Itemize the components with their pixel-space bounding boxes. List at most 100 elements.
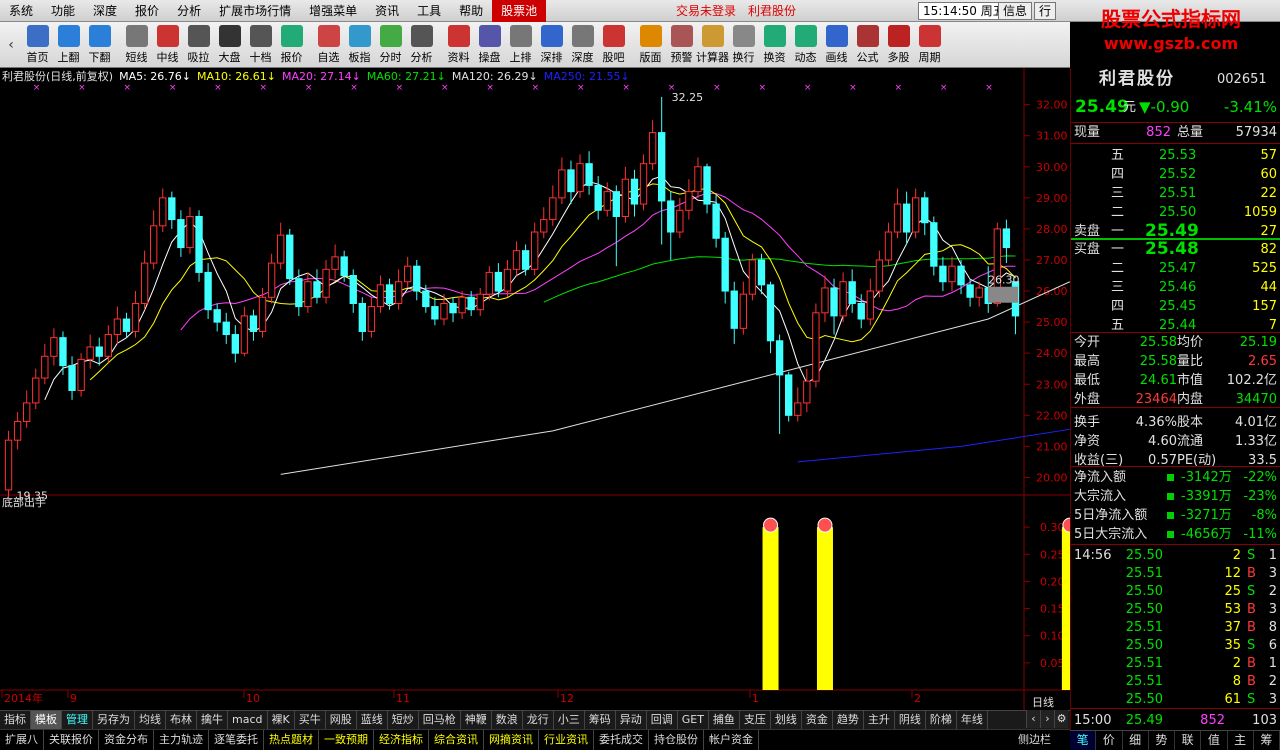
toolbar-button-11[interactable]: 分时 (375, 23, 406, 67)
quote-tab-0[interactable]: 笔 (1070, 731, 1097, 750)
menu-item-6[interactable]: 增强菜单 (300, 0, 366, 22)
indicator-tab-28[interactable]: 阴线 (895, 711, 926, 729)
indicator-tab-23[interactable]: 支压 (740, 711, 771, 729)
toolbar-button-15[interactable]: 上排 (505, 23, 536, 67)
toolbar-button-4[interactable]: 中线 (152, 23, 183, 67)
indicator-tab-5[interactable]: 布林 (166, 711, 197, 729)
toolbar-button-10[interactable]: 板指 (344, 23, 375, 67)
toolbar-button-6[interactable]: 大盘 (214, 23, 245, 67)
menu-item-stockpool[interactable]: 股票池 (492, 0, 547, 22)
indicator-tab-3[interactable]: 另存为 (93, 711, 135, 729)
toolbar-button-8[interactable]: 报价 (276, 23, 307, 67)
toolbar-button-25[interactable]: 画线 (821, 23, 852, 67)
quote-tab-4[interactable]: 联 (1175, 731, 1202, 750)
menu-item-1[interactable]: 功能 (42, 0, 84, 22)
quote-tab-1[interactable]: 价 (1096, 731, 1123, 750)
info-tab-13[interactable]: 帐户资金 (704, 730, 759, 750)
menu-item-5[interactable]: 扩展市场行情 (210, 0, 300, 22)
indicator-tab-2[interactable]: 管理 (62, 711, 93, 729)
indicator-tab-29[interactable]: 阶梯 (926, 711, 957, 729)
indicator-tab-30[interactable]: 年线 (957, 711, 988, 729)
info-tab-10[interactable]: 行业资讯 (539, 730, 594, 750)
toolbar-button-23[interactable]: 换资 (759, 23, 790, 67)
toolbar-button-20[interactable]: 预警 (666, 23, 697, 67)
sidebar-toggle[interactable]: 侧边栏 (1018, 730, 1051, 750)
indicator-tab-4[interactable]: 均线 (135, 711, 166, 729)
indicator-tab-9[interactable]: 买牛 (295, 711, 326, 729)
quote-tab-2[interactable]: 细 (1123, 731, 1149, 750)
trade-button[interactable]: 行 (1034, 2, 1057, 20)
indicator-tab-26[interactable]: 趋势 (833, 711, 864, 729)
tab-more-button[interactable]: ⚙ (1054, 710, 1068, 728)
toolbar-button-28[interactable]: 周期 (914, 23, 945, 67)
quote-tab-7[interactable]: 筹 (1254, 731, 1280, 750)
toolbar-button-12[interactable]: 分析 (406, 23, 437, 67)
info-tab-1[interactable]: 关联报价 (44, 730, 99, 750)
info-tab-7[interactable]: 经济指标 (374, 730, 429, 750)
toolbar-button-14[interactable]: 操盘 (474, 23, 505, 67)
indicator-tab-20[interactable]: 回调 (647, 711, 678, 729)
menu-item-3[interactable]: 报价 (126, 0, 168, 22)
toolbar-button-1[interactable]: 上翻 (53, 23, 84, 67)
toolbar-back-button[interactable]: ‹ (0, 23, 22, 67)
toolbar-button-9[interactable]: 自选 (313, 23, 344, 67)
menu-item-2[interactable]: 深度 (84, 0, 126, 22)
toolbar-button-16[interactable]: 深排 (536, 23, 567, 67)
info-tab-12[interactable]: 持仓股份 (649, 730, 704, 750)
indicator-tab-15[interactable]: 数浪 (492, 711, 523, 729)
toolbar-button-27[interactable]: 多股 (883, 23, 914, 67)
indicator-tab-11[interactable]: 蓝线 (357, 711, 388, 729)
indicator-tab-8[interactable]: 裸K (268, 711, 295, 729)
info-tab-6[interactable]: 一致预期 (319, 730, 374, 750)
quote-tab-5[interactable]: 值 (1201, 731, 1228, 750)
toolbar-button-18[interactable]: 股吧 (598, 23, 629, 67)
info-tab-5[interactable]: 热点题材 (264, 730, 319, 750)
toolbar-button-7[interactable]: 十档 (245, 23, 276, 67)
info-tab-9[interactable]: 网摘资讯 (484, 730, 539, 750)
indicator-tab-25[interactable]: 资金 (802, 711, 833, 729)
indicator-tab-7[interactable]: macd (228, 711, 268, 729)
indicator-tab-0[interactable]: 指标 (0, 711, 31, 729)
toolbar-button-2[interactable]: 下翻 (84, 23, 115, 67)
quote-tab-6[interactable]: 主 (1228, 731, 1254, 750)
indicator-tab-14[interactable]: 神鞭 (461, 711, 492, 729)
indicator-tab-1[interactable]: 模板 (31, 711, 62, 729)
indicator-tab-17[interactable]: 小三 (554, 711, 585, 729)
indicator-tab-12[interactable]: 短炒 (388, 711, 419, 729)
toolbar-button-5[interactable]: 吸拉 (183, 23, 214, 67)
indicator-tab-6[interactable]: 擒牛 (197, 711, 228, 729)
indicator-tab-16[interactable]: 龙行 (523, 711, 554, 729)
toolbar-button-22[interactable]: 换行 (728, 23, 759, 67)
info-tab-4[interactable]: 逐笔委托 (209, 730, 264, 750)
toolbar-button-19[interactable]: 版面 (635, 23, 666, 67)
info-tab-11[interactable]: 委托成交 (594, 730, 649, 750)
toolbar-button-24[interactable]: 动态 (790, 23, 821, 67)
indicator-tab-10[interactable]: 网股 (326, 711, 357, 729)
menu-item-0[interactable]: 系统 (0, 0, 42, 22)
info-tab-0[interactable]: 扩展八 (0, 730, 44, 750)
menu-item-8[interactable]: 工具 (408, 0, 450, 22)
indicator-tab-22[interactable]: 捕鱼 (709, 711, 740, 729)
toolbar-button-13[interactable]: 资料 (443, 23, 474, 67)
menu-item-4[interactable]: 分析 (168, 0, 210, 22)
indicator-tab-27[interactable]: 主升 (864, 711, 895, 729)
indicator-tab-19[interactable]: 异动 (616, 711, 647, 729)
info-tab-3[interactable]: 主力轨迹 (154, 730, 209, 750)
kline-chart[interactable]: 32.00 31.00 30.00 29.00 28.00 27.00 26.00 25.00… (0, 68, 1070, 710)
menu-item-7[interactable]: 资讯 (366, 0, 408, 22)
info-tab-8[interactable]: 综合资讯 (429, 730, 484, 750)
indicator-tab-18[interactable]: 筹码 (585, 711, 616, 729)
indicator-tab-24[interactable]: 划线 (771, 711, 802, 729)
indicator-tab-21[interactable]: GET (678, 711, 709, 729)
indicator-tab-13[interactable]: 回马枪 (419, 711, 461, 729)
toolbar-button-3[interactable]: 短线 (121, 23, 152, 67)
tab-next-button[interactable]: › (1040, 710, 1054, 728)
tab-prev-button[interactable]: ‹ (1026, 710, 1040, 728)
info-tab-2[interactable]: 资金分布 (99, 730, 154, 750)
toolbar-button-0[interactable]: 首页 (22, 23, 53, 67)
toolbar-button-26[interactable]: 公式 (852, 23, 883, 67)
toolbar-button-17[interactable]: 深度 (567, 23, 598, 67)
menu-item-9[interactable]: 帮助 (450, 0, 492, 22)
info-button[interactable]: 信息 (998, 2, 1033, 20)
quote-tab-3[interactable]: 势 (1149, 731, 1175, 750)
